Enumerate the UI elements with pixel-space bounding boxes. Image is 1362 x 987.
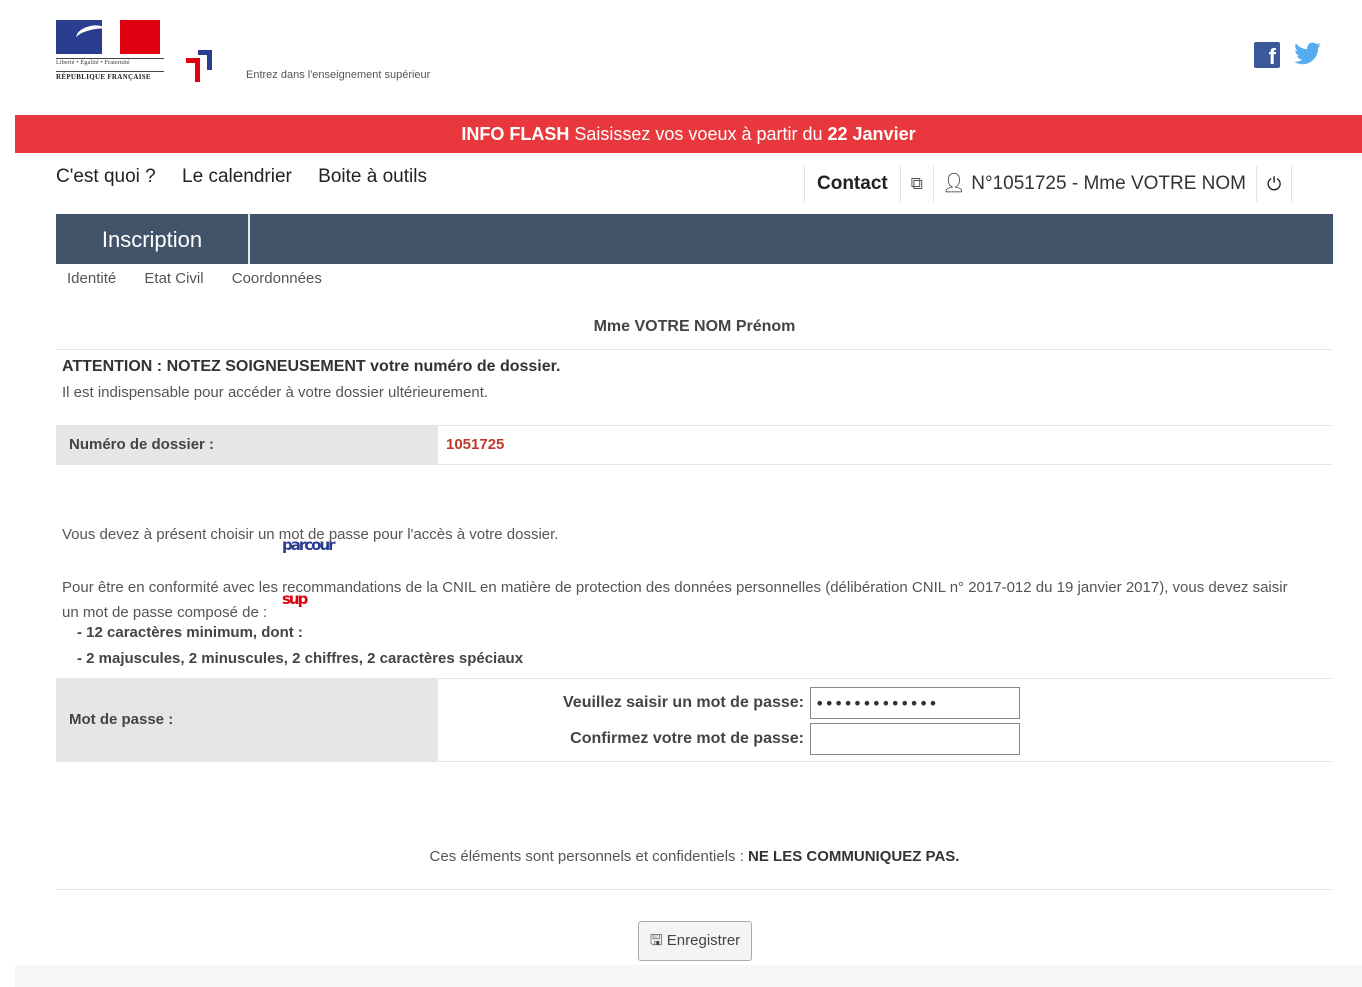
flash-date: 22 Janvier <box>827 124 916 144</box>
parcoursup-arrow-icon <box>182 48 218 84</box>
confirm-password-input[interactable] <box>810 723 1020 755</box>
contact-link[interactable]: Contact <box>805 166 901 202</box>
user-icon: 👤︎ <box>941 173 966 194</box>
attention-heading: ATTENTION : NOTEZ SOIGNEUSEMENT votre nu… <box>62 358 561 375</box>
user-account[interactable]: 👤︎ N°1051725 - Mme VOTRE NOM <box>934 166 1258 202</box>
dossier-row: Numéro de dossier : 1051725 <box>56 425 1333 465</box>
password-label: Mot de passe : <box>56 679 438 761</box>
dossier-label: Numéro de dossier : <box>56 426 438 464</box>
enter-password-label: Veuillez saisir un mot de passe: <box>563 694 804 711</box>
choose-password-text: Vous devez à présent choisir un mot de p… <box>62 526 559 543</box>
attention-text: Il est indispensable pour accéder à votr… <box>62 384 489 401</box>
facebook-icon[interactable]: f <box>1254 42 1280 69</box>
rf-motto: Liberté • Égalité • Fraternité <box>56 58 164 66</box>
rf-name: RÉPUBLIQUE FRANÇAISE <box>56 71 164 81</box>
flash-label: INFO FLASH <box>461 124 570 144</box>
save-icon: 🖫 <box>649 932 663 949</box>
save-label: Enregistrer <box>666 932 741 949</box>
password-input[interactable] <box>810 687 1020 719</box>
logout-icon[interactable]: ⏻ <box>1257 166 1293 202</box>
subtab-etat-civil[interactable]: Etat Civil <box>144 270 203 287</box>
tab-inscription[interactable]: Inscription <box>56 214 250 264</box>
password-rule-length: - 12 caractères minimum, dont : <box>77 624 303 641</box>
flash-message: Saisissez vos voeux à partir du <box>569 124 828 144</box>
site-header: Liberté • Égalité • Fraternité RÉPUBLIQU… <box>0 0 1362 608</box>
subtab-coordonnees[interactable]: Coordonnées <box>232 270 322 287</box>
user-nav: Contact ⧉ 👤︎ N°1051725 - Mme VOTRE NOM ⏻ <box>804 166 1293 202</box>
save-button[interactable]: 🖫 Enregistrer <box>638 921 752 961</box>
parcoursup-tagline: Entrez dans l'enseignement supérieur <box>246 69 431 81</box>
subtab-identite[interactable]: Identité <box>67 270 116 287</box>
footer <box>15 965 1362 987</box>
password-row: Mot de passe : Veuillez saisir un mot de… <box>56 678 1333 762</box>
password-entry-line: Veuillez saisir un mot de passe: <box>563 687 1020 719</box>
nav-item-cest-quoi[interactable]: C'est quoi ? <box>56 166 156 188</box>
confidential-notice: Ces éléments sont personnels et confiden… <box>56 848 1333 890</box>
password-rule-chars: - 2 majuscules, 2 minuscules, 2 chiffres… <box>77 650 524 667</box>
parcoursup-logo[interactable]: parcour sup Entrez dans l'enseignement su… <box>182 20 512 608</box>
cnil-text: Pour être en conformité avec les recomma… <box>62 579 1288 621</box>
republique-francaise-logo[interactable]: Liberté • Égalité • Fraternité RÉPUBLIQU… <box>56 18 166 86</box>
confidential-warning: NE LES COMMUNIQUEZ PAS. <box>748 848 960 865</box>
confirm-password-line: Confirmez votre mot de passe: <box>570 723 1020 755</box>
info-flash-banner: INFO FLASH Saisissez vos voeux à partir … <box>15 115 1362 153</box>
dossier-number: 1051725 <box>446 436 505 453</box>
marianne-flag-icon <box>56 18 164 60</box>
sub-tabs: Identité Etat Civil Coordonnées <box>67 270 346 287</box>
copy-icon[interactable]: ⧉ <box>901 166 934 202</box>
top-nav: C'est quoi ? Le calendrier Boite à outil… <box>56 166 448 192</box>
twitter-icon[interactable] <box>1294 42 1322 68</box>
nav-item-calendrier[interactable]: Le calendrier <box>182 166 292 188</box>
nav-item-boite-a-outils[interactable]: Boite à outils <box>318 166 427 188</box>
confirm-password-label: Confirmez votre mot de passe: <box>570 730 804 747</box>
confidential-text: Ces éléments sont personnels et confiden… <box>429 848 749 865</box>
user-account-label: N°1051725 - Mme VOTRE NOM <box>971 173 1247 194</box>
candidate-name: Mme VOTRE NOM Prénom <box>56 318 1333 350</box>
main-tab-bar: Inscription <box>56 214 1333 264</box>
